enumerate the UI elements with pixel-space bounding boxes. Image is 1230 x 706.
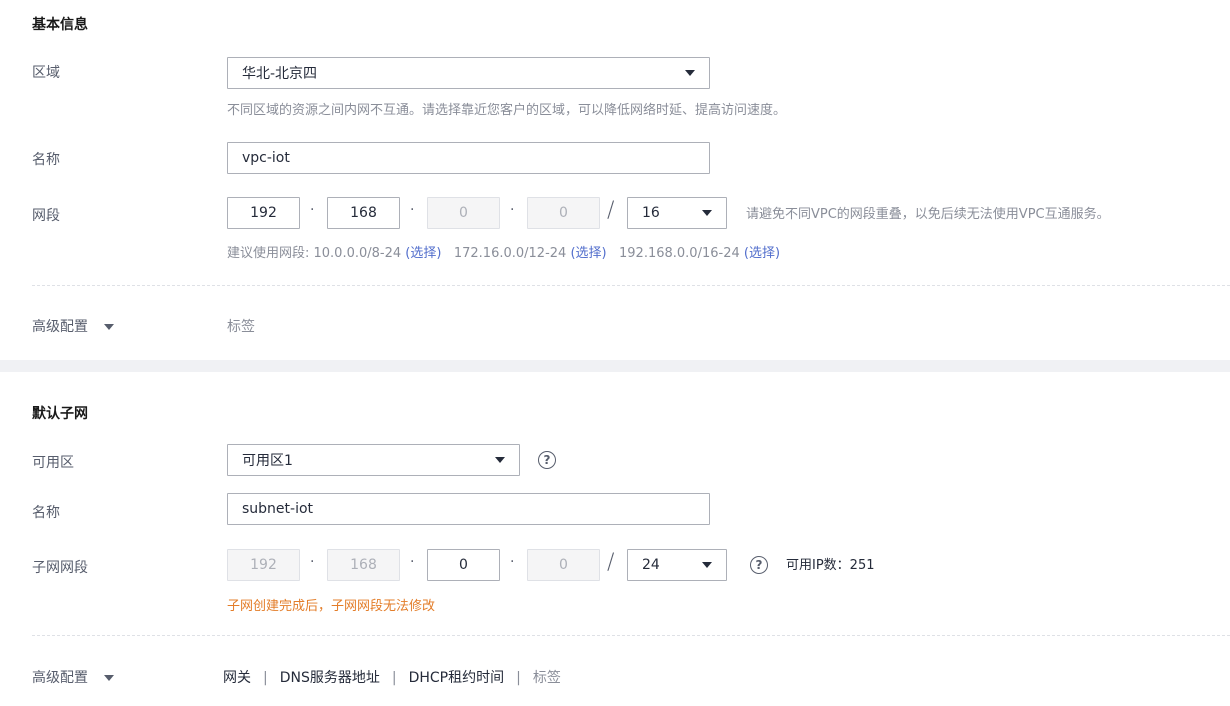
region-select-value: 华北-北京四 [242,66,318,82]
vpc-mask-select[interactable]: 16 [627,197,727,229]
subnet-advanced-label: 高级配置 [32,670,88,686]
basic-info-title: 基本信息 [32,17,88,33]
chevron-down-icon [702,562,712,568]
default-subnet-card: 默认子网 可用区 可用区1 ? 名称 subnet-iot 子网网段 192 ·… [0,372,1230,706]
advanced-item-tags: 标签 [532,670,561,686]
cidr-dot: · [410,202,415,218]
suggest-1: 建议使用网段: 10.0.0.0/8-24 [227,246,402,261]
cidr-suggestions: 建议使用网段: 10.0.0.0/8-24 (选择) 172.16.0.0/12… [227,242,780,261]
subnet-mask-value: 24 [642,557,660,573]
vpc-advanced-toggle[interactable]: 高级配置 [32,316,115,336]
suggest-3-select-link[interactable]: (选择) [744,246,780,261]
basic-info-card: 基本信息 区域 华北-北京四 不同区域的资源之间内网不互通。请选择靠近您客户的区… [0,0,1230,360]
caret-down-icon [104,324,115,330]
help-icon[interactable]: ? [750,556,768,574]
vpc-cidr-octet-1[interactable]: 192 [227,197,300,229]
suggest-2: 172.16.0.0/12-24 [453,246,567,261]
vpc-advanced-label: 高级配置 [32,319,88,335]
az-label: 可用区 [32,455,74,471]
cidr-slash: / [607,198,615,223]
default-subnet-title: 默认子网 [32,406,88,422]
divider [32,285,1230,286]
vpc-mask-value: 16 [642,205,660,221]
subnet-advanced-items: 网关 | DNS服务器地址 | DHCP租约时间 | 标签 [223,670,561,686]
vpc-cidr-octet-4: 0 [527,197,600,229]
chevron-down-icon [495,457,505,463]
suggest-2-select-link[interactable]: (选择) [570,246,606,261]
cidr-dot: · [510,202,515,218]
cidr-dot: · [310,202,315,218]
subnet-name-value: subnet-iot [242,501,314,517]
subnet-cidr-octet-1: 192 [227,549,300,581]
vpc-cidr-label: 网段 [32,208,60,224]
advanced-item-dhcp: DHCP租约时间 [408,670,505,686]
subnet-advanced-toggle[interactable]: 高级配置 [32,667,115,687]
vpc-name-value: vpc-iot [242,150,290,166]
suggest-1-select-link[interactable]: (选择) [405,246,441,261]
chevron-down-icon [685,70,695,76]
az-select[interactable]: 可用区1 [227,444,520,476]
subnet-cidr-octet-3[interactable]: 0 [427,549,500,581]
subnet-mask-select[interactable]: 24 [627,549,727,581]
subnet-name-label: 名称 [32,505,60,521]
vpc-name-label: 名称 [32,152,60,168]
caret-down-icon [104,675,115,681]
vpc-name-input[interactable]: vpc-iot [227,142,710,174]
cidr-dot: · [510,554,515,570]
region-hint: 不同区域的资源之间内网不互通。请选择靠近您客户的区域，可以降低网络时延、提高访问… [227,103,787,118]
region-select[interactable]: 华北-北京四 [227,57,710,89]
cidr-dot: · [310,554,315,570]
help-icon[interactable]: ? [538,451,556,469]
vpc-cidr-warning: 请避免不同VPC的网段重叠，以免后续无法使用VPC互通服务。 [746,207,1110,222]
subnet-cidr-warning: 子网创建完成后，子网网段无法修改 [227,599,436,614]
suggest-3: 192.168.0.0/16-24 [619,246,740,261]
vpc-cidr-octet-3: 0 [427,197,500,229]
subnet-cidr-octet-2: 168 [327,549,400,581]
cidr-dot: · [410,554,415,570]
subnet-cidr-label: 子网网段 [32,560,88,576]
chevron-down-icon [702,210,712,216]
az-select-value: 可用区1 [242,453,293,469]
divider [32,635,1230,636]
vpc-cidr-octet-2[interactable]: 168 [327,197,400,229]
subnet-cidr-octet-4: 0 [527,549,600,581]
available-ip-count: 可用IP数：251 [786,558,875,573]
advanced-item-dns: DNS服务器地址 [279,670,380,686]
region-label: 区域 [32,65,60,81]
vpc-advanced-tags: 标签 [227,319,255,335]
subnet-name-input[interactable]: subnet-iot [227,493,710,525]
advanced-item-gateway: 网关 [223,670,251,686]
cidr-slash: / [607,550,615,575]
